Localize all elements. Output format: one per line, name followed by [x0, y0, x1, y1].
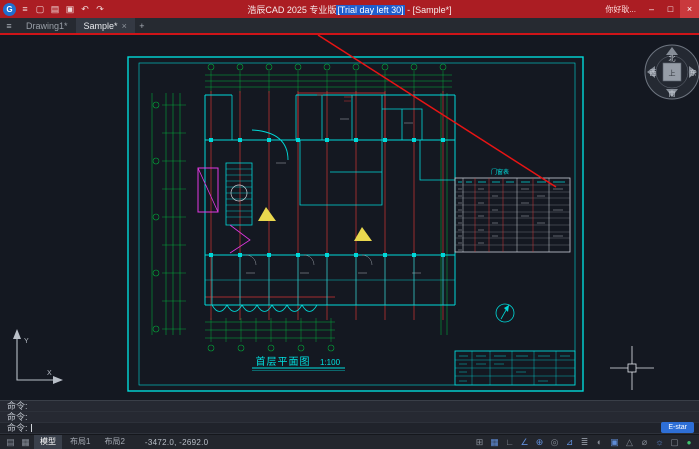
trial-highlight: [Trial day left 30]: [336, 5, 404, 15]
layout-grid-icon[interactable]: ▦: [19, 435, 32, 449]
title-bar: G ≡ ▢ ▤ ▣ ↶ ↷ 浩辰CAD 2025 专业版[Trial day l…: [0, 0, 699, 18]
compass-up-label: 上: [669, 69, 676, 78]
quick-view-icon[interactable]: ▤: [4, 435, 17, 449]
schedule-table-title: 门窗表: [491, 168, 509, 176]
annotation-line: [318, 35, 556, 187]
transparency-toggle-icon[interactable]: ◐: [593, 435, 606, 449]
tab-label: Drawing1*: [26, 21, 68, 31]
door-arcs: [246, 255, 372, 265]
osnap-toggle-icon[interactable]: ⊕: [533, 435, 546, 449]
cycling-toggle-icon[interactable]: ▣: [608, 435, 621, 449]
new-tab-button[interactable]: +: [135, 18, 149, 33]
polar-toggle-icon[interactable]: ∠: [518, 435, 531, 449]
quick-access-toolbar: ≡ ▢ ▤ ▣ ↶ ↷: [20, 4, 105, 15]
compass-west-label: 西: [650, 69, 657, 77]
ucs-x-label: X: [47, 370, 52, 377]
schedule-table: 门窗表: [455, 168, 570, 252]
tab-menu-icon[interactable]: ≡: [0, 18, 18, 33]
minimize-button[interactable]: –: [642, 0, 661, 18]
dyn-toggle-icon[interactable]: ⊿: [563, 435, 576, 449]
stair-core: [198, 163, 252, 253]
coordinates-readout: -3472.0, -2692.0: [145, 438, 209, 447]
room-annotations: [246, 119, 421, 273]
annotation-toggle-icon[interactable]: △: [623, 435, 636, 449]
text-caret: [31, 424, 32, 432]
balcony-arcs: [212, 305, 317, 312]
lineweight-toggle-icon[interactable]: ≣: [578, 435, 591, 449]
crosshair-cursor: [610, 346, 654, 390]
compass-east-label: 东: [690, 68, 697, 77]
command-panel: 命令: 命令: 命令: E-star: [0, 400, 699, 434]
tab-drawing1[interactable]: Drawing1*: [18, 18, 76, 33]
hatch-marks: [258, 207, 372, 241]
new-file-icon[interactable]: ▢: [35, 4, 45, 15]
units-icon[interactable]: ⌀: [638, 435, 651, 449]
north-arrow: [496, 304, 514, 322]
status-bar: ▤ ▦ 模型 布局1 布局2 -3472.0, -2692.0 ⊞ ▦ ∟ ∠ …: [0, 434, 699, 449]
estar-badge[interactable]: E-star: [661, 422, 694, 433]
app-logo-icon[interactable]: G: [3, 3, 16, 16]
save-icon[interactable]: ▣: [65, 4, 75, 15]
caption-scale: 1:100: [320, 358, 341, 367]
document-tab-bar: ≡ Drawing1* Sample* × +: [0, 18, 699, 35]
snap-toggle-icon[interactable]: ⊞: [473, 435, 486, 449]
window-title: 浩辰CAD 2025 专业版[Trial day left 30] - [Sam…: [120, 3, 579, 16]
maximize-button[interactable]: □: [661, 0, 680, 18]
estar-status-icon[interactable]: ●: [683, 438, 695, 447]
model-tab[interactable]: 模型: [34, 435, 62, 449]
drawing-canvas[interactable]: 门窗表 首层平面图 1:100: [0, 35, 699, 400]
axis-grid-lines: [205, 91, 455, 320]
tab-label: Sample*: [84, 21, 118, 31]
otrack-toggle-icon[interactable]: ◎: [548, 435, 561, 449]
ortho-toggle-icon[interactable]: ∟: [503, 435, 516, 449]
workspace-icon[interactable]: ☼: [653, 435, 666, 449]
close-tab-icon[interactable]: ×: [122, 21, 127, 31]
dimension-chains: [152, 64, 452, 351]
compass-south-label: 南: [669, 89, 676, 98]
caption-text: 首层平面图: [256, 355, 311, 368]
view-compass[interactable]: 北 南 西 东 上: [645, 45, 699, 99]
compass-north-label: 北: [669, 55, 676, 63]
title-block: [455, 351, 575, 385]
layout2-tab[interactable]: 布局2: [98, 435, 130, 449]
sheet-border: [128, 57, 583, 391]
ucs-icon: Y X: [13, 329, 63, 384]
redo-icon[interactable]: ↷: [95, 4, 105, 15]
ucs-y-label: Y: [24, 338, 29, 345]
layout1-tab[interactable]: 布局1: [64, 435, 96, 449]
command-history-line-1: 命令:: [0, 401, 699, 412]
grid-toggle-icon[interactable]: ▦: [488, 435, 501, 449]
drawing-viewport[interactable]: 门窗表 首层平面图 1:100: [0, 35, 699, 400]
user-greeting[interactable]: 你好耿...: [605, 4, 636, 15]
command-history-line-2: 命令:: [0, 412, 699, 423]
drawing-caption: 首层平面图 1:100: [252, 355, 345, 371]
close-button[interactable]: ×: [680, 0, 699, 18]
menu-icon[interactable]: ≡: [20, 4, 30, 15]
clean-screen-icon[interactable]: ▢: [668, 435, 681, 449]
undo-icon[interactable]: ↶: [80, 4, 90, 15]
open-file-icon[interactable]: ▤: [50, 4, 60, 15]
command-input[interactable]: 命令:: [0, 423, 699, 434]
tab-sample[interactable]: Sample* ×: [76, 18, 135, 33]
